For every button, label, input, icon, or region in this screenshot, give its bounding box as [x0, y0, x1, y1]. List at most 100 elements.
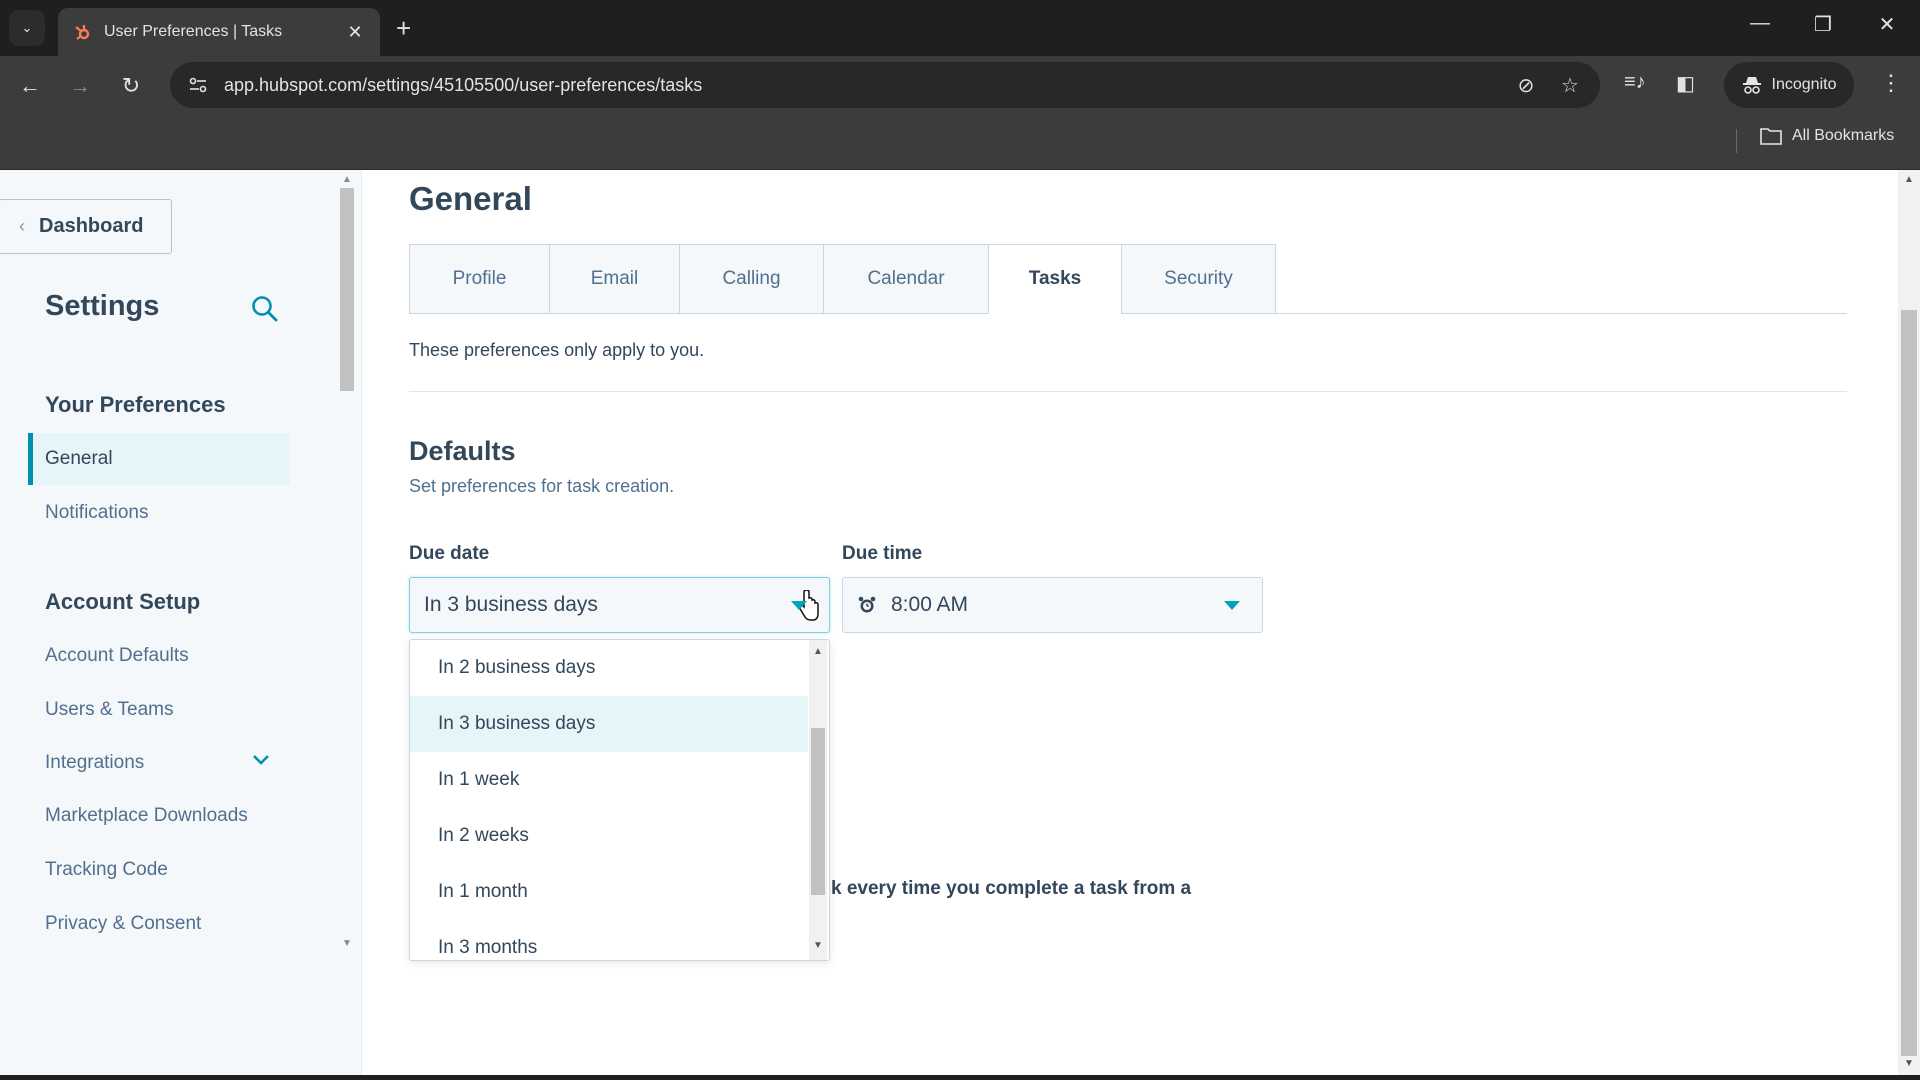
tab-security[interactable]: Security [1121, 244, 1276, 314]
side-panel-icon[interactable]: ◧ [1676, 71, 1695, 96]
tab-title: User Preferences | Tasks [104, 23, 283, 40]
all-bookmarks-button[interactable]: All Bookmarks [1760, 127, 1894, 145]
browser-tab-active[interactable]: User Preferences | Tasks ✕ [58, 8, 380, 56]
due-date-select[interactable]: In 3 business days [409, 577, 830, 633]
bottom-edge [0, 1075, 1920, 1080]
dropdown-option[interactable]: In 2 business days [410, 640, 808, 696]
sidebar-item-label: General [45, 448, 113, 469]
forward-button[interactable]: → [64, 70, 96, 102]
scroll-down-arrow-icon[interactable]: ▼ [342, 938, 352, 949]
site-info-button[interactable] [176, 68, 220, 102]
page-title: General [409, 180, 532, 217]
scroll-down-arrow-icon[interactable]: ▼ [813, 940, 823, 951]
incognito-icon [1742, 77, 1761, 94]
chevron-left-icon: ‹ [19, 216, 25, 236]
dropdown-option[interactable]: In 1 month [410, 864, 808, 920]
bookmarks-bar: All Bookmarks [0, 115, 1920, 170]
bookmarks-separator [1736, 129, 1737, 153]
caret-down-icon [791, 601, 807, 610]
scroll-up-arrow-icon[interactable]: ▲ [342, 174, 352, 185]
window-close-button[interactable]: ✕ [1867, 12, 1907, 37]
sidebar-item-label: Integrations [45, 752, 145, 773]
dropdown-option[interactable]: In 1 week [410, 752, 808, 808]
dropdown-option[interactable]: In 3 months [410, 920, 808, 960]
star-icon[interactable]: ☆ [1548, 73, 1592, 98]
browser-tab-strip: ⌄ User Preferences | Tasks ✕ + — ❐ ✕ [0, 0, 1920, 56]
chevron-down-icon[interactable] [250, 749, 272, 777]
sidebar-item-label: Notifications [45, 502, 149, 523]
preference-tabs: Profile Email Calling Calendar Tasks Sec… [409, 244, 1276, 314]
scroll-down-arrow-icon[interactable]: ▼ [1904, 1058, 1914, 1069]
defaults-subtitle: Set preferences for task creation. [409, 476, 675, 496]
dropdown-option-selected[interactable]: In 3 business days [410, 696, 808, 752]
due-time-select[interactable]: 8:00 AM [842, 577, 1263, 633]
due-time-label: Due time [842, 543, 923, 564]
sidebar-scrollbar[interactable]: ▲ ▼ [338, 170, 356, 960]
minimize-icon: — [1750, 12, 1770, 34]
restore-button[interactable]: ❐ [1803, 12, 1843, 37]
tab-calendar[interactable]: Calendar [823, 244, 988, 314]
settings-sidebar: ‹ Dashboard Settings Your Preferences Ge… [0, 170, 362, 1075]
sidebar-item-privacy-consent[interactable]: Privacy & Consent [28, 898, 290, 950]
incognito-badge[interactable]: Incognito [1724, 62, 1854, 108]
settings-title: Settings [45, 290, 160, 322]
reload-icon: ↻ [121, 73, 141, 98]
incognito-label: Incognito [1771, 76, 1837, 93]
eye-off-icon[interactable]: ⊘ [1504, 73, 1548, 98]
dashboard-back-button[interactable]: ‹ Dashboard [0, 199, 172, 254]
tab-profile[interactable]: Profile [409, 244, 549, 314]
sidebar-item-label: Privacy & Consent [45, 913, 202, 934]
close-icon: ✕ [1878, 14, 1896, 36]
sidebar-item-label: Tracking Code [45, 859, 168, 880]
sidebar-item-notifications[interactable]: Notifications [28, 487, 290, 539]
dropdown-scrollbar[interactable]: ▲ ▼ [809, 640, 827, 960]
url-text[interactable]: app.hubspot.com/settings/45105500/user-p… [224, 75, 1504, 96]
sidebar-item-tracking-code[interactable]: Tracking Code [28, 844, 290, 896]
scroll-up-arrow-icon[interactable]: ▲ [813, 646, 823, 657]
page-scrollbar[interactable]: ▲ ▼ [1898, 170, 1920, 1075]
minimize-button[interactable]: — [1740, 12, 1780, 35]
tab-tasks[interactable]: Tasks [988, 244, 1121, 314]
tab-calling[interactable]: Calling [679, 244, 823, 314]
playlist-icon[interactable]: ≡♪ [1624, 71, 1646, 94]
browser-toolbar: ← → ↻ app.hubspot.com/settings/45105500/… [0, 56, 1920, 115]
sidebar-item-integrations[interactable]: Integrations [28, 737, 290, 789]
dropdown-option[interactable]: In 2 weeks [410, 808, 808, 864]
dropdown-scrollbar-thumb[interactable] [811, 728, 825, 895]
intro-text: These preferences only apply to you. [409, 340, 705, 360]
alarm-clock-icon [857, 595, 877, 615]
caret-down-icon [1224, 601, 1240, 610]
tab-search-button[interactable]: ⌄ [9, 10, 45, 46]
sidebar-scrollbar-thumb[interactable] [340, 188, 354, 391]
search-icon [252, 296, 278, 322]
section-divider [409, 391, 1847, 392]
reload-button[interactable]: ↻ [115, 70, 147, 102]
sidebar-item-general[interactable]: General [28, 433, 290, 485]
due-date-dropdown-menu: In 2 business days In 3 business days In… [409, 639, 830, 961]
arrow-right-icon: → [69, 73, 91, 98]
chevron-down-icon: ⌄ [21, 20, 33, 35]
tune-icon [189, 77, 207, 93]
tab-email[interactable]: Email [549, 244, 679, 314]
settings-search-button[interactable] [250, 294, 280, 324]
due-time-value: 8:00 AM [891, 593, 969, 616]
page-scrollbar-thumb[interactable] [1901, 310, 1917, 1056]
defaults-heading: Defaults [409, 436, 516, 466]
sidebar-item-marketplace-downloads[interactable]: Marketplace Downloads [28, 790, 290, 842]
sidebar-item-users-teams[interactable]: Users & Teams [28, 684, 290, 736]
section-heading-your-preferences: Your Preferences [45, 392, 226, 417]
scroll-up-arrow-icon[interactable]: ▲ [1904, 174, 1914, 185]
address-bar[interactable]: app.hubspot.com/settings/45105500/user-p… [170, 62, 1600, 108]
plus-icon: + [396, 13, 412, 43]
due-date-value: In 3 business days [424, 593, 598, 616]
main-content: General Profile Email Calling Calendar T… [363, 170, 1900, 1075]
sidebar-item-label: Marketplace Downloads [45, 805, 248, 826]
new-tab-button[interactable]: + [396, 14, 411, 42]
sidebar-item-account-defaults[interactable]: Account Defaults [28, 630, 290, 682]
close-icon[interactable]: ✕ [344, 22, 366, 43]
dashboard-label: Dashboard [39, 215, 144, 237]
section-heading-account-setup: Account Setup [45, 589, 201, 614]
hubspot-sprocket-icon [72, 22, 92, 42]
back-button[interactable]: ← [14, 70, 46, 102]
more-vertical-icon[interactable]: ⋮ [1880, 70, 1902, 96]
